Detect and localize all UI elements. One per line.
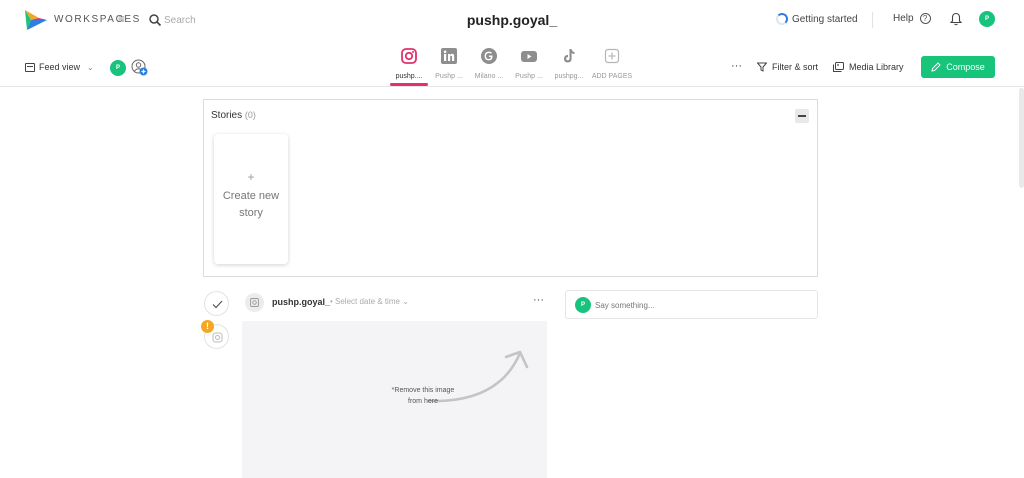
feed-view-dropdown[interactable]: Feed view ⌄ (25, 62, 94, 72)
tab-channel-linkedin[interactable]: Pushp ... (429, 48, 469, 86)
stories-panel: Stories (0) + Create new story (203, 99, 818, 277)
stories-count: (0) (244, 110, 256, 120)
media-library-icon (833, 62, 844, 72)
linkedin-icon (441, 48, 457, 64)
user-avatar[interactable]: P (979, 11, 995, 27)
channel-toolbar: Feed view ⌄ P pushp.... Pushp ... Milano… (0, 40, 1024, 87)
channel-label: Pushp ... (435, 73, 463, 80)
image-instruction-text: *Remove this image from here (391, 387, 455, 405)
account-avatar (245, 293, 264, 312)
getting-started-button[interactable]: Getting started (776, 13, 858, 25)
tab-channel-instagram[interactable]: pushp.... (389, 48, 429, 86)
workspace-avatar[interactable]: P (110, 60, 126, 76)
add-pages-button[interactable]: ADD PAGES (589, 48, 635, 86)
tab-channel-tiktok[interactable]: pushpg... (549, 48, 589, 86)
approve-post-button[interactable] (204, 291, 229, 316)
filter-icon (757, 62, 767, 72)
more-options-icon[interactable]: ··· (731, 60, 742, 72)
comment-avatar: P (575, 297, 591, 313)
top-bar: WORKSPACES ≡ pushp.goyal_ Getting starte… (0, 0, 1024, 40)
image-placeholder-icon (250, 298, 259, 307)
compose-label: Compose (946, 62, 985, 72)
checkmark-icon (212, 300, 223, 309)
add-user-icon[interactable] (131, 59, 148, 76)
stories-title-label: Stories (211, 110, 243, 121)
channel-label: pushpg... (554, 73, 584, 80)
pencil-icon (931, 62, 941, 72)
progress-ring-icon (776, 13, 788, 25)
chevron-down-icon: ⌄ (87, 62, 94, 72)
channel-tabs: pushp.... Pushp ... Milano ... Pushp ...… (389, 48, 635, 86)
feed-main: Stories (0) + Create new story ! pushp.g… (0, 88, 1024, 478)
tab-channel-google-business[interactable]: Milano ... (469, 48, 509, 86)
compose-button[interactable]: Compose (921, 56, 995, 78)
chevron-down-icon: ⌄ (402, 297, 409, 306)
search-input[interactable] (164, 12, 254, 28)
help-icon: ? (919, 13, 931, 24)
workspaces-logo-icon[interactable] (25, 10, 47, 30)
instagram-icon (401, 48, 417, 64)
workspaces-menu-icon[interactable]: ≡ (118, 12, 125, 26)
notifications-bell-icon[interactable] (950, 12, 962, 26)
google-business-icon (481, 48, 497, 64)
page-title: pushp.goyal_ (466, 12, 558, 28)
help-button[interactable]: Help ? (893, 13, 931, 24)
add-icon (604, 48, 620, 64)
warning-badge-icon[interactable]: ! (201, 320, 214, 333)
feed-view-icon (25, 62, 35, 72)
getting-started-label: Getting started (792, 13, 858, 25)
select-date-time-dropdown[interactable]: • Select date & time ⌄ (330, 297, 409, 306)
post-account-name: pushp.goyal_ (272, 297, 331, 307)
filter-sort-label: Filter & sort (772, 62, 819, 72)
collapse-stories-button[interactable] (795, 109, 809, 123)
post-more-options-icon[interactable]: ··· (533, 294, 544, 306)
search-icon (149, 14, 162, 27)
filter-sort-button[interactable]: Filter & sort (757, 62, 818, 72)
post-header: pushp.goyal_ • Select date & time ⌄ ··· (244, 292, 549, 314)
create-story-label: Create new story (222, 190, 280, 219)
active-tab-indicator (390, 83, 428, 86)
divider (872, 12, 873, 28)
media-library-label: Media Library (849, 62, 904, 72)
youtube-icon (521, 51, 537, 62)
select-date-time-label: • Select date & time (330, 297, 400, 306)
page-scrollbar[interactable] (1019, 88, 1024, 188)
channel-label: Milano ... (474, 73, 504, 80)
tab-channel-youtube[interactable]: Pushp ... (509, 48, 549, 86)
channel-label: pushp.... (395, 73, 423, 80)
media-library-button[interactable]: Media Library (833, 62, 904, 72)
channel-label: ADD PAGES (591, 73, 633, 80)
tiktok-icon (564, 49, 575, 63)
plus-icon: + (247, 170, 255, 184)
help-label: Help (893, 13, 914, 24)
stories-title: Stories (0) (211, 110, 256, 121)
channel-label: Pushp ... (515, 73, 543, 80)
comment-box[interactable]: P (565, 290, 818, 319)
feed-view-label: Feed view (39, 62, 81, 72)
comment-input[interactable] (595, 299, 795, 312)
workspaces-label[interactable]: WORKSPACES (54, 14, 141, 25)
post-image-placeholder[interactable]: *Remove this image from here (242, 321, 547, 478)
create-story-card[interactable]: + Create new story (214, 134, 288, 264)
